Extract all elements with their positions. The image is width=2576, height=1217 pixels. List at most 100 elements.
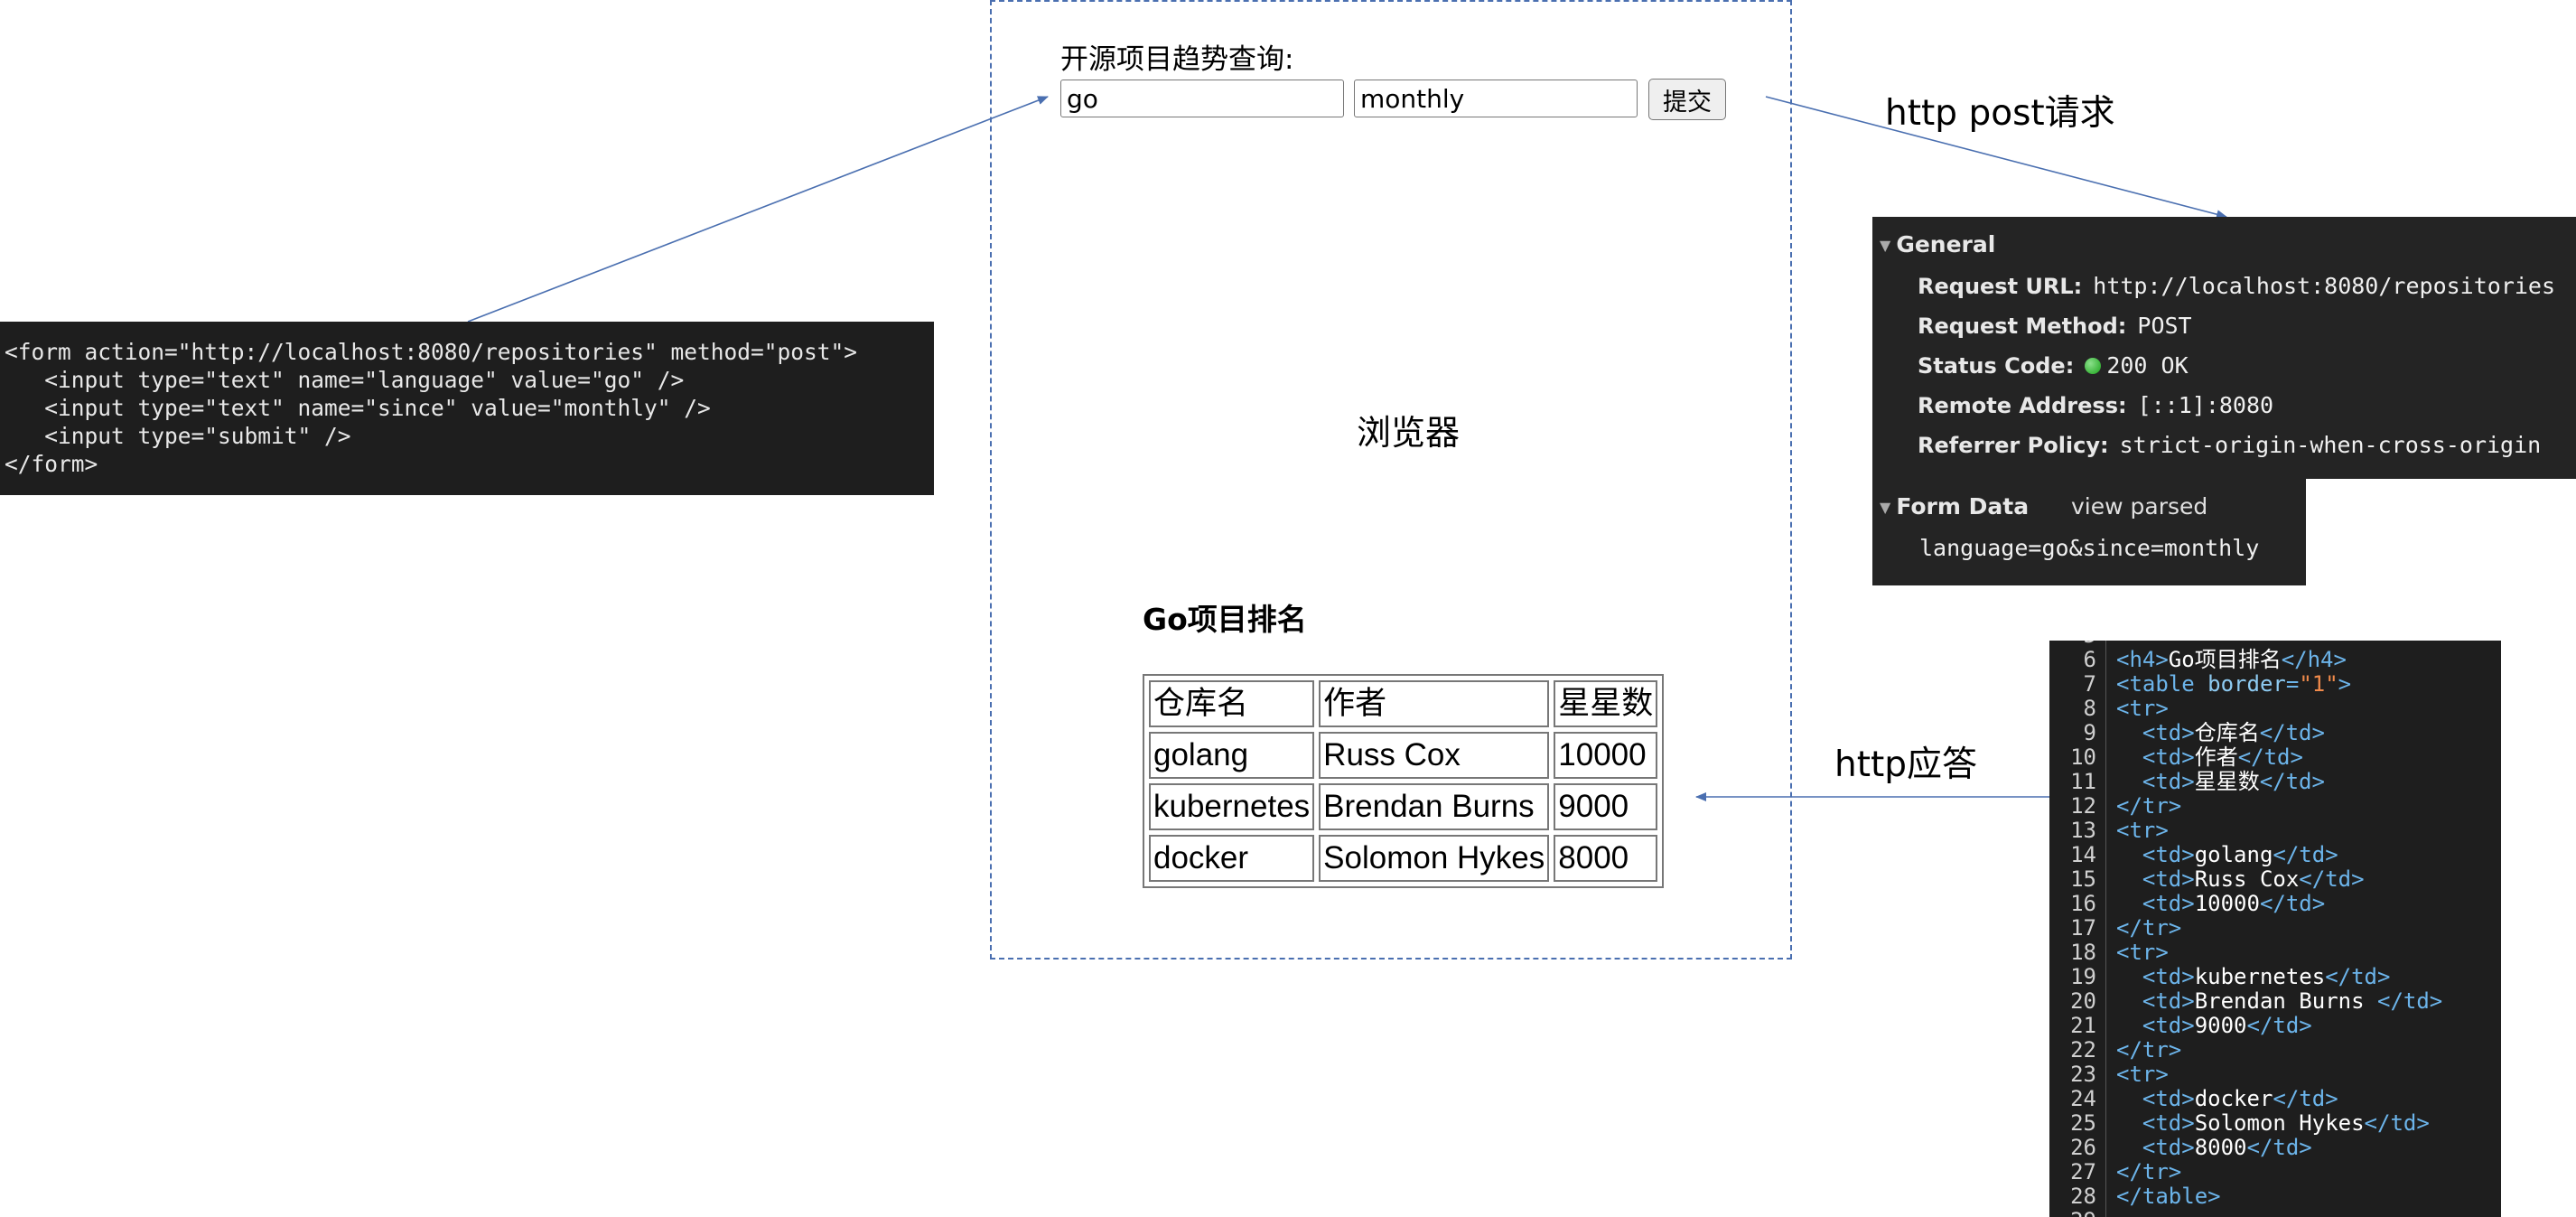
line-number: 22 — [2070, 1037, 2096, 1063]
submit-button[interactable]: 提交 — [1648, 79, 1726, 120]
code-text: <table border="1"> — [2116, 672, 2351, 697]
response-label: http应答 — [1834, 744, 1978, 785]
request-url-row: Request URL: http://localhost:8080/reposi… — [1918, 273, 2555, 299]
code-token: <td> — [2142, 720, 2195, 745]
row-value: [::1]:8080 — [2137, 392, 2274, 418]
code-token: </td> — [2259, 720, 2325, 745]
code-line: 28 </table> — [2049, 1184, 2221, 1209]
code-token: Brendan Burns — [2194, 988, 2377, 1014]
devtools-general-panel: ▼ General Request URL: http://localhost:80… — [1872, 217, 2576, 479]
code-token: <td> — [2142, 1135, 2195, 1160]
code-token: </td> — [2325, 964, 2391, 989]
code-line: 7 <table border="1"> — [2049, 671, 2352, 697]
line-number: 17 — [2070, 915, 2096, 941]
code-token: <tr> — [2116, 696, 2169, 721]
code-token: <table — [2116, 671, 2208, 697]
line-number: 8 — [2083, 696, 2096, 721]
form-data-section-toggle[interactable]: ▼ Form Data — [1880, 493, 2029, 520]
code-line: 14 <td>golang</td> — [2049, 842, 2338, 867]
request-label: http post请求 — [1885, 93, 2115, 134]
table-cell: 作者 — [1319, 680, 1550, 727]
arrow-form-code-to-browser — [467, 96, 1049, 323]
status-dot-icon — [2085, 358, 2102, 374]
code-token: </td> — [2299, 866, 2365, 892]
code-token: 作者 — [2194, 744, 2238, 770]
table-header-row: 仓库名 作者 星星数 — [1149, 680, 1658, 727]
code-line: 20 <td>Brendan Burns </td> — [2049, 988, 2442, 1014]
general-section-toggle[interactable]: ▼ General — [1880, 231, 1995, 257]
form-data-body: language=go&since=monthly — [1919, 535, 2259, 561]
code-token: Russ Cox — [2194, 866, 2300, 892]
code-token: <td> — [2142, 964, 2195, 989]
since-input[interactable] — [1354, 80, 1638, 117]
line-number: 23 — [2070, 1062, 2096, 1087]
code-line: 25 <td>Solomon Hykes</td> — [2049, 1111, 2430, 1136]
code-token: kubernetes — [2194, 964, 2326, 989]
code-token: </td> — [2377, 988, 2443, 1014]
view-parsed-link[interactable]: view parsed — [2071, 493, 2207, 520]
code-token: 8000 — [2194, 1135, 2247, 1160]
code-line: 16 <td>10000</td> — [2049, 891, 2325, 916]
code-token: </tr> — [2116, 793, 2182, 819]
line-number: 16 — [2070, 891, 2096, 916]
referrer-policy-row: Referrer Policy: strict-origin-when-cross… — [1918, 432, 2541, 458]
code-token: 星星数 — [2194, 769, 2260, 794]
table-cell: 10000 — [1554, 732, 1658, 779]
code-text: <td>星星数</td> — [2116, 770, 2325, 794]
code-line: 6 <h4>Go项目排名</h4> — [2049, 648, 2347, 672]
code-text: <td>8000</td> — [2116, 1136, 2312, 1160]
code-token: </table> — [2116, 1184, 2221, 1209]
code-token: Solomon Hykes — [2194, 1110, 2365, 1136]
code-token: <td> — [2142, 1110, 2195, 1136]
code-token: </h4> — [2281, 647, 2347, 672]
code-token: <td> — [2142, 842, 2195, 867]
code-line: 24 <td>docker</td> — [2049, 1086, 2338, 1111]
code-text: </tr> — [2116, 794, 2181, 819]
line-number: 7 — [2083, 671, 2096, 697]
code-text: <td>10000</td> — [2116, 892, 2325, 916]
code-line: 17 </tr> — [2049, 915, 2181, 941]
code-token: <td> — [2142, 891, 2195, 916]
line-number: 14 — [2070, 842, 2096, 867]
line-number: 21 — [2070, 1013, 2096, 1038]
code-token: <tr> — [2116, 818, 2169, 843]
code-token: <td> — [2142, 744, 2195, 770]
line-number: 18 — [2070, 940, 2096, 965]
language-input[interactable] — [1060, 80, 1344, 117]
code-text: <td>Solomon Hykes</td> — [2116, 1111, 2430, 1136]
triangle-down-icon: ▼ — [1880, 499, 1891, 516]
general-header: General — [1896, 231, 1996, 257]
table-cell: Solomon Hykes — [1319, 835, 1550, 882]
table-cell: kubernetes — [1149, 783, 1315, 830]
table-cell: docker — [1149, 835, 1315, 882]
code-token: </td> — [2237, 744, 2303, 770]
code-token: <tr> — [2116, 940, 2169, 965]
line-number: 27 — [2070, 1159, 2096, 1184]
code-line: 18 <tr> — [2049, 940, 2169, 965]
code-line: 11 <td>星星数</td> — [2049, 770, 2325, 794]
row-value: http://localhost:8080/repositories — [2093, 273, 2556, 299]
line-number: 24 — [2070, 1086, 2096, 1111]
code-token: </td> — [2273, 1086, 2338, 1111]
code-text: </tr> — [2116, 1038, 2181, 1063]
row-key: Remote Address: — [1918, 393, 2127, 418]
code-line: <form action="http://localhost:8080/repo… — [5, 339, 858, 365]
code-line: 19 <td>kubernetes</td> — [2049, 965, 2390, 989]
code-line: 22 </tr> — [2049, 1037, 2181, 1063]
line-number: 20 — [2070, 988, 2096, 1014]
code-line: 15 <td>Russ Cox</td> — [2049, 867, 2364, 892]
code-line: 21 <td>9000</td> — [2049, 1013, 2312, 1038]
code-token: <td> — [2142, 769, 2195, 794]
ranking-title: Go项目排名 — [1143, 602, 1307, 637]
triangle-down-icon: ▼ — [1880, 237, 1891, 254]
code-text: <h4>Go项目排名</h4> — [2116, 648, 2347, 672]
code-text: <tr> — [2116, 1063, 2169, 1087]
code-line: 27 </tr> — [2049, 1159, 2181, 1184]
code-line: 29 — [2049, 1209, 2096, 1217]
